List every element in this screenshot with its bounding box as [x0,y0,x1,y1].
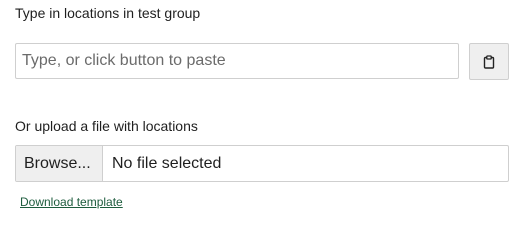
upload-file-label: Or upload a file with locations [15,118,198,134]
file-upload-field[interactable]: Browse... No file selected [15,145,509,182]
locations-input-label: Type in locations in test group [15,5,201,21]
browse-button[interactable]: Browse... [16,146,103,181]
file-status-text: No file selected [112,154,222,172]
paste-button[interactable] [469,43,509,80]
locations-text-input[interactable] [15,43,459,79]
download-template-link[interactable]: Download template [20,195,123,210]
clipboard-icon [483,54,495,69]
